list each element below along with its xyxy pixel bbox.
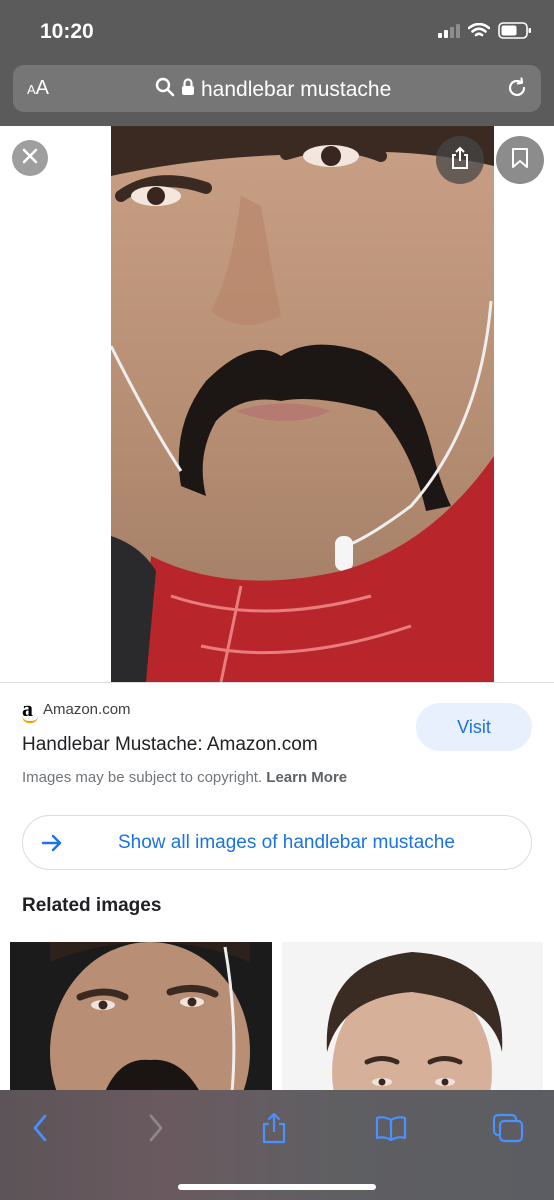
share-icon [261, 1112, 287, 1149]
bookmark-icon [511, 147, 529, 174]
main-image[interactable] [111, 126, 494, 682]
learn-more-link[interactable]: Learn More [266, 769, 347, 786]
related-images-heading: Related images [22, 895, 162, 916]
back-button[interactable] [18, 1108, 62, 1152]
result-title[interactable]: Handlebar Mustache: Amazon.com [22, 734, 318, 756]
bookmarks-icon [375, 1115, 407, 1146]
reload-icon[interactable] [505, 76, 529, 105]
text-size-button[interactable]: AA [27, 77, 49, 100]
battery-icon [498, 22, 532, 39]
source-row[interactable]: a Amazon.com [22, 696, 131, 723]
forward-button[interactable] [134, 1108, 178, 1152]
search-icon [155, 77, 175, 102]
status-time: 10:20 [40, 20, 94, 43]
text-size-large-label: A [35, 77, 50, 99]
close-button[interactable] [12, 140, 48, 176]
lock-icon [181, 78, 195, 101]
related-image-1[interactable] [10, 942, 272, 1092]
image-viewer [0, 126, 554, 682]
url-display[interactable]: handlebar mustache [155, 77, 391, 102]
cellular-signal-icon [438, 23, 460, 38]
copyright-text: Images may be subject to copyright. [22, 769, 263, 786]
related-image-2[interactable] [282, 942, 543, 1092]
show-all-label: Show all images of handlebar mustache [118, 832, 455, 853]
tabs-icon [492, 1113, 524, 1148]
home-indicator[interactable] [178, 1184, 376, 1190]
tabs-button[interactable] [486, 1108, 530, 1152]
source-name: Amazon.com [43, 700, 131, 718]
section-divider [0, 682, 554, 683]
back-icon [32, 1114, 48, 1147]
url-query-text: handlebar mustache [201, 77, 392, 101]
browser-top-chrome: 10:20 AA handlebar mustache [0, 0, 554, 126]
close-icon [22, 148, 38, 169]
wifi-icon [468, 22, 490, 39]
forward-icon [148, 1114, 164, 1147]
share-icon [450, 146, 470, 175]
save-button[interactable] [496, 136, 544, 184]
address-bar[interactable]: AA handlebar mustache [13, 65, 541, 112]
show-all-images-button[interactable]: Show all images of handlebar mustache [22, 815, 532, 870]
bookmarks-button[interactable] [369, 1108, 413, 1152]
arrow-right-icon [41, 832, 63, 859]
copyright-notice: Images may be subject to copyright. Lear… [22, 769, 347, 786]
visit-button[interactable]: Visit [416, 703, 532, 751]
text-size-small-label: A [27, 82, 36, 97]
status-icons [438, 22, 532, 39]
share-toolbar-button[interactable] [252, 1108, 296, 1152]
amazon-logo-icon: a [22, 696, 38, 723]
share-button[interactable] [436, 136, 484, 184]
